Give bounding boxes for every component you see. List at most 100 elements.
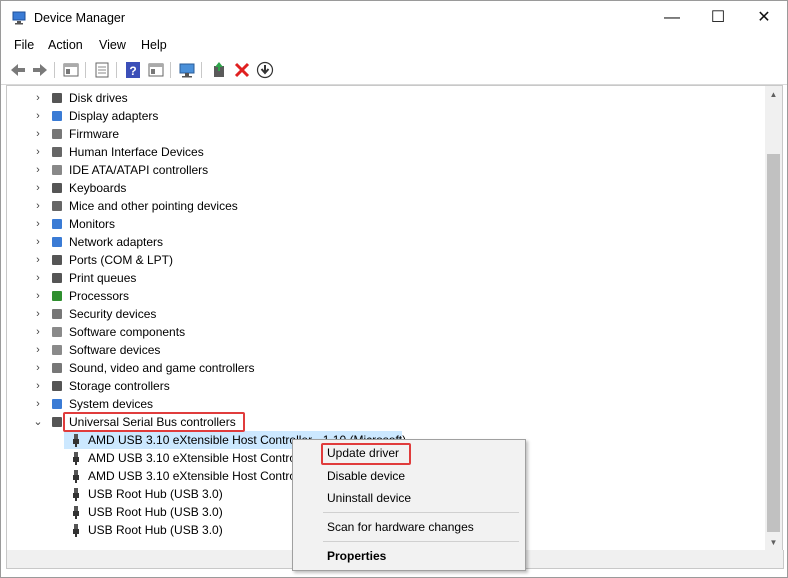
window-title: Device Manager xyxy=(34,11,126,25)
chevron-right-icon[interactable]: › xyxy=(33,143,43,161)
chevron-down-icon[interactable]: ⌄ xyxy=(33,413,43,431)
disable-device-item[interactable]: Disable device xyxy=(327,469,405,483)
mouse-icon xyxy=(52,201,62,211)
usb-plug-icon xyxy=(73,434,79,447)
tree-item[interactable]: › Security devices xyxy=(7,305,757,323)
tree-item-label: Processors xyxy=(69,289,130,303)
chevron-right-icon[interactable]: › xyxy=(33,377,43,395)
chevron-right-icon[interactable]: › xyxy=(33,305,43,323)
chevron-right-icon[interactable]: › xyxy=(33,287,43,305)
chevron-right-icon[interactable]: › xyxy=(33,323,43,341)
chevron-right-icon[interactable]: › xyxy=(33,107,43,125)
chevron-right-icon[interactable]: › xyxy=(33,395,43,413)
tree-item-label: System devices xyxy=(69,397,154,411)
chevron-right-icon[interactable]: › xyxy=(33,125,43,143)
chevron-right-icon[interactable]: › xyxy=(33,359,43,377)
help-icon[interactable]: ? xyxy=(123,60,143,80)
menu-separator xyxy=(323,512,519,513)
tree-item[interactable]: › Keyboards xyxy=(7,179,757,197)
usb-plug-icon xyxy=(73,506,79,519)
scroll-thumb[interactable] xyxy=(767,154,780,532)
display-icon xyxy=(52,111,62,121)
chevron-right-icon[interactable]: › xyxy=(33,179,43,197)
tree-item[interactable]: › Sound, video and game controllers xyxy=(7,359,757,377)
usb-device-label: USB Root Hub (USB 3.0) xyxy=(88,487,223,501)
chevron-right-icon[interactable]: › xyxy=(33,161,43,179)
tree-item-label: Sound, video and game controllers xyxy=(69,361,255,375)
processor-icon xyxy=(52,291,62,301)
tree-item[interactable]: › Ports (COM & LPT) xyxy=(7,251,757,269)
chevron-right-icon[interactable]: › xyxy=(33,341,43,359)
update-driver-icon[interactable] xyxy=(209,60,229,80)
tree-item[interactable]: › System devices xyxy=(7,395,757,413)
view-icon[interactable] xyxy=(146,60,166,80)
chevron-right-icon[interactable]: › xyxy=(33,269,43,287)
tree-item[interactable]: › Human Interface Devices xyxy=(7,143,757,161)
uninstall-icon[interactable] xyxy=(232,60,252,80)
chevron-right-icon[interactable]: › xyxy=(33,197,43,215)
properties-icon[interactable] xyxy=(61,60,81,80)
forward-icon[interactable] xyxy=(30,60,50,80)
tree-item-label: Keyboards xyxy=(69,181,127,195)
usb-highlight-box xyxy=(63,412,245,432)
menu-action[interactable]: Action xyxy=(48,38,83,52)
tree-item[interactable]: › IDE ATA/ATAPI controllers xyxy=(7,161,757,179)
ide-icon xyxy=(52,165,62,175)
tree-item[interactable]: › Storage controllers xyxy=(7,377,757,395)
menu-help[interactable]: Help xyxy=(141,38,167,52)
scroll-up-icon[interactable]: ▲ xyxy=(765,86,782,103)
storage-icon xyxy=(52,381,62,391)
toolbar-separator xyxy=(201,62,202,78)
download-icon[interactable] xyxy=(255,60,275,80)
menu-bar: File Action View Help xyxy=(1,35,787,56)
tree-item[interactable]: › Mice and other pointing devices xyxy=(7,197,757,215)
tree-item[interactable]: › Monitors xyxy=(7,215,757,233)
monitor-icon xyxy=(52,219,62,229)
usb-plug-icon xyxy=(73,524,79,537)
tree-item-label: Disk drives xyxy=(69,91,128,105)
software-component-icon xyxy=(52,327,62,337)
tree-item-label: Firmware xyxy=(69,127,119,141)
back-icon[interactable] xyxy=(8,60,28,80)
properties-item[interactable]: Properties xyxy=(327,549,386,563)
monitor-icon[interactable] xyxy=(177,60,197,80)
tree-item-label: Software components xyxy=(69,325,186,339)
tree-item-label: Security devices xyxy=(69,307,157,321)
device-manager-icon xyxy=(12,11,26,25)
tree-item[interactable]: › Software components xyxy=(7,323,757,341)
toolbar: ? xyxy=(1,57,787,85)
minimize-button[interactable]: — xyxy=(649,1,695,35)
tree-item[interactable]: › Firmware xyxy=(7,125,757,143)
chevron-right-icon[interactable]: › xyxy=(33,233,43,251)
title-bar: Device Manager — ☐ ✕ xyxy=(1,1,787,35)
menu-file[interactable]: File xyxy=(14,38,34,52)
tree-item-label: Software devices xyxy=(69,343,161,357)
chevron-right-icon[interactable]: › xyxy=(33,251,43,269)
chevron-right-icon[interactable]: › xyxy=(33,215,43,233)
tree-item[interactable]: › Disk drives xyxy=(7,89,757,107)
tree-item[interactable]: › Print queues xyxy=(7,269,757,287)
vertical-scrollbar[interactable]: ▲ ▼ xyxy=(765,85,783,552)
tree-item-label: Mice and other pointing devices xyxy=(69,199,238,213)
chevron-right-icon[interactable]: › xyxy=(33,89,43,107)
menu-view[interactable]: View xyxy=(99,38,126,52)
tree-item[interactable]: › Processors xyxy=(7,287,757,305)
scroll-down-icon[interactable]: ▼ xyxy=(765,534,782,551)
tree-item[interactable]: › Display adapters xyxy=(7,107,757,125)
sound-icon xyxy=(52,363,62,373)
toolbar-separator xyxy=(54,62,55,78)
scan-hardware-item[interactable]: Scan for hardware changes xyxy=(327,520,474,534)
system-icon xyxy=(52,399,62,409)
list-icon[interactable] xyxy=(92,60,112,80)
tree-item-label: Human Interface Devices xyxy=(69,145,204,159)
tree-item[interactable]: › Network adapters xyxy=(7,233,757,251)
tree-item[interactable]: › Software devices xyxy=(7,341,757,359)
network-icon xyxy=(52,237,62,247)
menu-separator xyxy=(323,541,519,542)
uninstall-device-item[interactable]: Uninstall device xyxy=(327,491,411,505)
close-button[interactable]: ✕ xyxy=(741,1,787,35)
toolbar-separator xyxy=(116,62,117,78)
maximize-button[interactable]: ☐ xyxy=(695,1,741,35)
update-driver-highlight-box xyxy=(321,443,411,465)
port-icon xyxy=(52,255,62,265)
